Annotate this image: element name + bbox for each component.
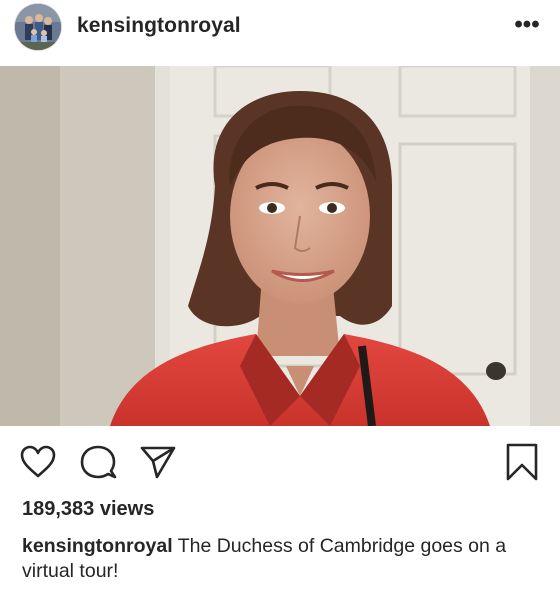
heart-icon: [20, 445, 56, 478]
comment-icon: [80, 445, 117, 479]
post-caption: kensingtonroyal The Duchess of Cambridge…: [22, 534, 542, 584]
post-username[interactable]: kensingtonroyal: [77, 14, 241, 38]
save-button[interactable]: [502, 442, 542, 482]
caption-username[interactable]: kensingtonroyal: [22, 535, 173, 557]
action-bar: [0, 438, 560, 490]
post-video[interactable]: [0, 66, 560, 426]
video-frame: [0, 66, 560, 426]
like-button[interactable]: [18, 442, 58, 482]
post-header: kensingtonroyal •••: [0, 0, 560, 66]
avatar-image: [15, 4, 61, 50]
comment-button[interactable]: [78, 442, 118, 482]
avatar[interactable]: [15, 4, 61, 50]
more-options-button[interactable]: •••: [506, 8, 548, 44]
bookmark-icon: [506, 443, 538, 481]
view-count[interactable]: 189,383 views: [22, 498, 154, 521]
share-button[interactable]: [138, 442, 178, 482]
send-icon: [140, 446, 176, 479]
